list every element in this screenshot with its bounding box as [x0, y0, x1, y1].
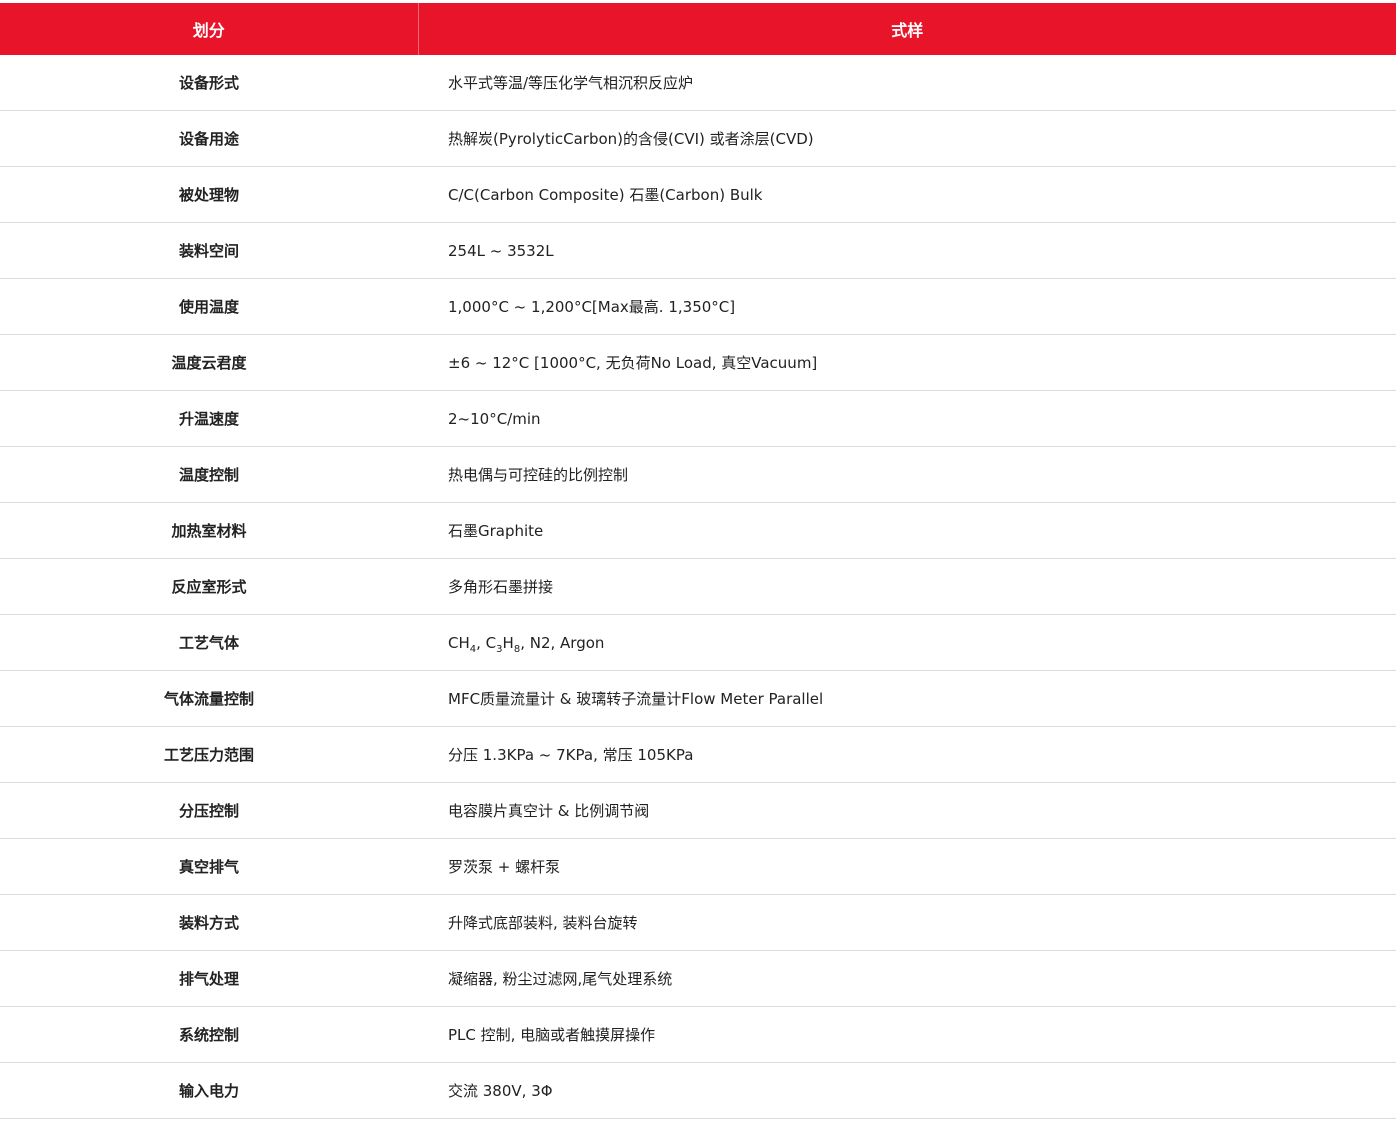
table-row: 设备形式 水平式等温/等压化学气相沉积反应炉	[0, 55, 1396, 111]
row-label: 使用温度	[0, 278, 418, 335]
table-row: 温度云君度 ±6 ~ 12°C [1000°C, 无负荷No Load, 真空V…	[0, 334, 1396, 391]
row-label: 设备形式	[0, 55, 418, 111]
table-row: 被处理物 C/C(Carbon Composite) 石墨(Carbon) Bu…	[0, 166, 1396, 223]
table-row: 装料空间 254L ~ 3532L	[0, 222, 1396, 279]
table-row: 使用温度 1,000°C ~ 1,200°C[Max最高. 1,350°C]	[0, 278, 1396, 335]
row-value: 升降式底部装料, 装料台旋转	[418, 894, 1396, 951]
row-label: 排气处理	[0, 950, 418, 1007]
row-label: 反应室形式	[0, 558, 418, 615]
row-value: 凝缩器, 粉尘过滤网,尾气处理系统	[418, 950, 1396, 1007]
row-value: C/C(Carbon Composite) 石墨(Carbon) Bulk	[418, 166, 1396, 223]
row-value: 1,000°C ~ 1,200°C[Max最高. 1,350°C]	[418, 278, 1396, 335]
table-header: 划分 式样	[0, 3, 1396, 55]
row-value: MFC质量流量计 & 玻璃转子流量计Flow Meter Parallel	[418, 670, 1396, 727]
table-row: 工艺气体 CH4, C3H8, N2, Argon	[0, 614, 1396, 671]
row-label: 被处理物	[0, 166, 418, 223]
table-row: 分压控制 电容膜片真空计 & 比例调节阀	[0, 782, 1396, 839]
row-label: 装料方式	[0, 894, 418, 951]
table-row: 装料方式 升降式底部装料, 装料台旋转	[0, 894, 1396, 951]
table-row: 温度控制 热电偶与可控硅的比例控制	[0, 446, 1396, 503]
table-row: 工艺压力范围 分压 1.3KPa ~ 7KPa, 常压 105KPa	[0, 726, 1396, 783]
row-label: 输入电力	[0, 1062, 418, 1119]
table-row: 系统控制 PLC 控制, 电脑或者触摸屏操作	[0, 1006, 1396, 1063]
row-label: 工艺气体	[0, 614, 418, 671]
row-value: 热电偶与可控硅的比例控制	[418, 446, 1396, 503]
header-specification: 式样	[418, 3, 1396, 55]
row-label: 升温速度	[0, 390, 418, 447]
table-row: 真空排气 罗茨泵 + 螺杆泵	[0, 838, 1396, 895]
row-label: 温度云君度	[0, 334, 418, 391]
row-value: 罗茨泵 + 螺杆泵	[418, 838, 1396, 895]
row-label: 加热室材料	[0, 502, 418, 559]
row-label: 气体流量控制	[0, 670, 418, 727]
row-value: ±6 ~ 12°C [1000°C, 无负荷No Load, 真空Vacuum]	[418, 334, 1396, 391]
table-body: 设备形式 水平式等温/等压化学气相沉积反应炉 设备用途 热解炭(Pyrolyti…	[0, 55, 1396, 1119]
gas-rest: , N2, Argon	[520, 633, 605, 652]
row-label: 真空排气	[0, 838, 418, 895]
row-label: 系统控制	[0, 1006, 418, 1063]
row-label: 工艺压力范围	[0, 726, 418, 783]
gas-ch: CH	[448, 633, 470, 652]
table-row: 排气处理 凝缩器, 粉尘过滤网,尾气处理系统	[0, 950, 1396, 1007]
row-value: 电容膜片真空计 & 比例调节阀	[418, 782, 1396, 839]
row-value: 水平式等温/等压化学气相沉积反应炉	[418, 55, 1396, 111]
gas-h: H	[502, 633, 514, 652]
row-value: 254L ~ 3532L	[418, 222, 1396, 279]
row-value: 热解炭(PyrolyticCarbon)的含侵(CVI) 或者涂层(CVD)	[418, 110, 1396, 167]
table-row: 反应室形式 多角形石墨拼接	[0, 558, 1396, 615]
table-row: 升温速度 2~10°C/min	[0, 390, 1396, 447]
row-value: 分压 1.3KPa ~ 7KPa, 常压 105KPa	[418, 726, 1396, 783]
header-category: 划分	[0, 3, 419, 55]
table-row: 输入电力 交流 380V, 3Φ	[0, 1062, 1396, 1119]
row-label: 温度控制	[0, 446, 418, 503]
row-value-process-gas: CH4, C3H8, N2, Argon	[418, 614, 1396, 671]
table-row: 设备用途 热解炭(PyrolyticCarbon)的含侵(CVI) 或者涂层(C…	[0, 110, 1396, 167]
table-row: 加热室材料 石墨Graphite	[0, 502, 1396, 559]
row-value: 石墨Graphite	[418, 502, 1396, 559]
row-label: 装料空间	[0, 222, 418, 279]
row-label: 分压控制	[0, 782, 418, 839]
gas-sep: , C	[476, 633, 497, 652]
table-row: 气体流量控制 MFC质量流量计 & 玻璃转子流量计Flow Meter Para…	[0, 670, 1396, 727]
row-value: 多角形石墨拼接	[418, 558, 1396, 615]
spec-table: 划分 式样 设备形式 水平式等温/等压化学气相沉积反应炉 设备用途 热解炭(Py…	[0, 3, 1396, 1119]
row-value: 交流 380V, 3Φ	[418, 1062, 1396, 1119]
row-value: 2~10°C/min	[418, 390, 1396, 447]
row-label: 设备用途	[0, 110, 418, 167]
row-value: PLC 控制, 电脑或者触摸屏操作	[418, 1006, 1396, 1063]
header-row: 划分 式样	[0, 3, 1396, 55]
